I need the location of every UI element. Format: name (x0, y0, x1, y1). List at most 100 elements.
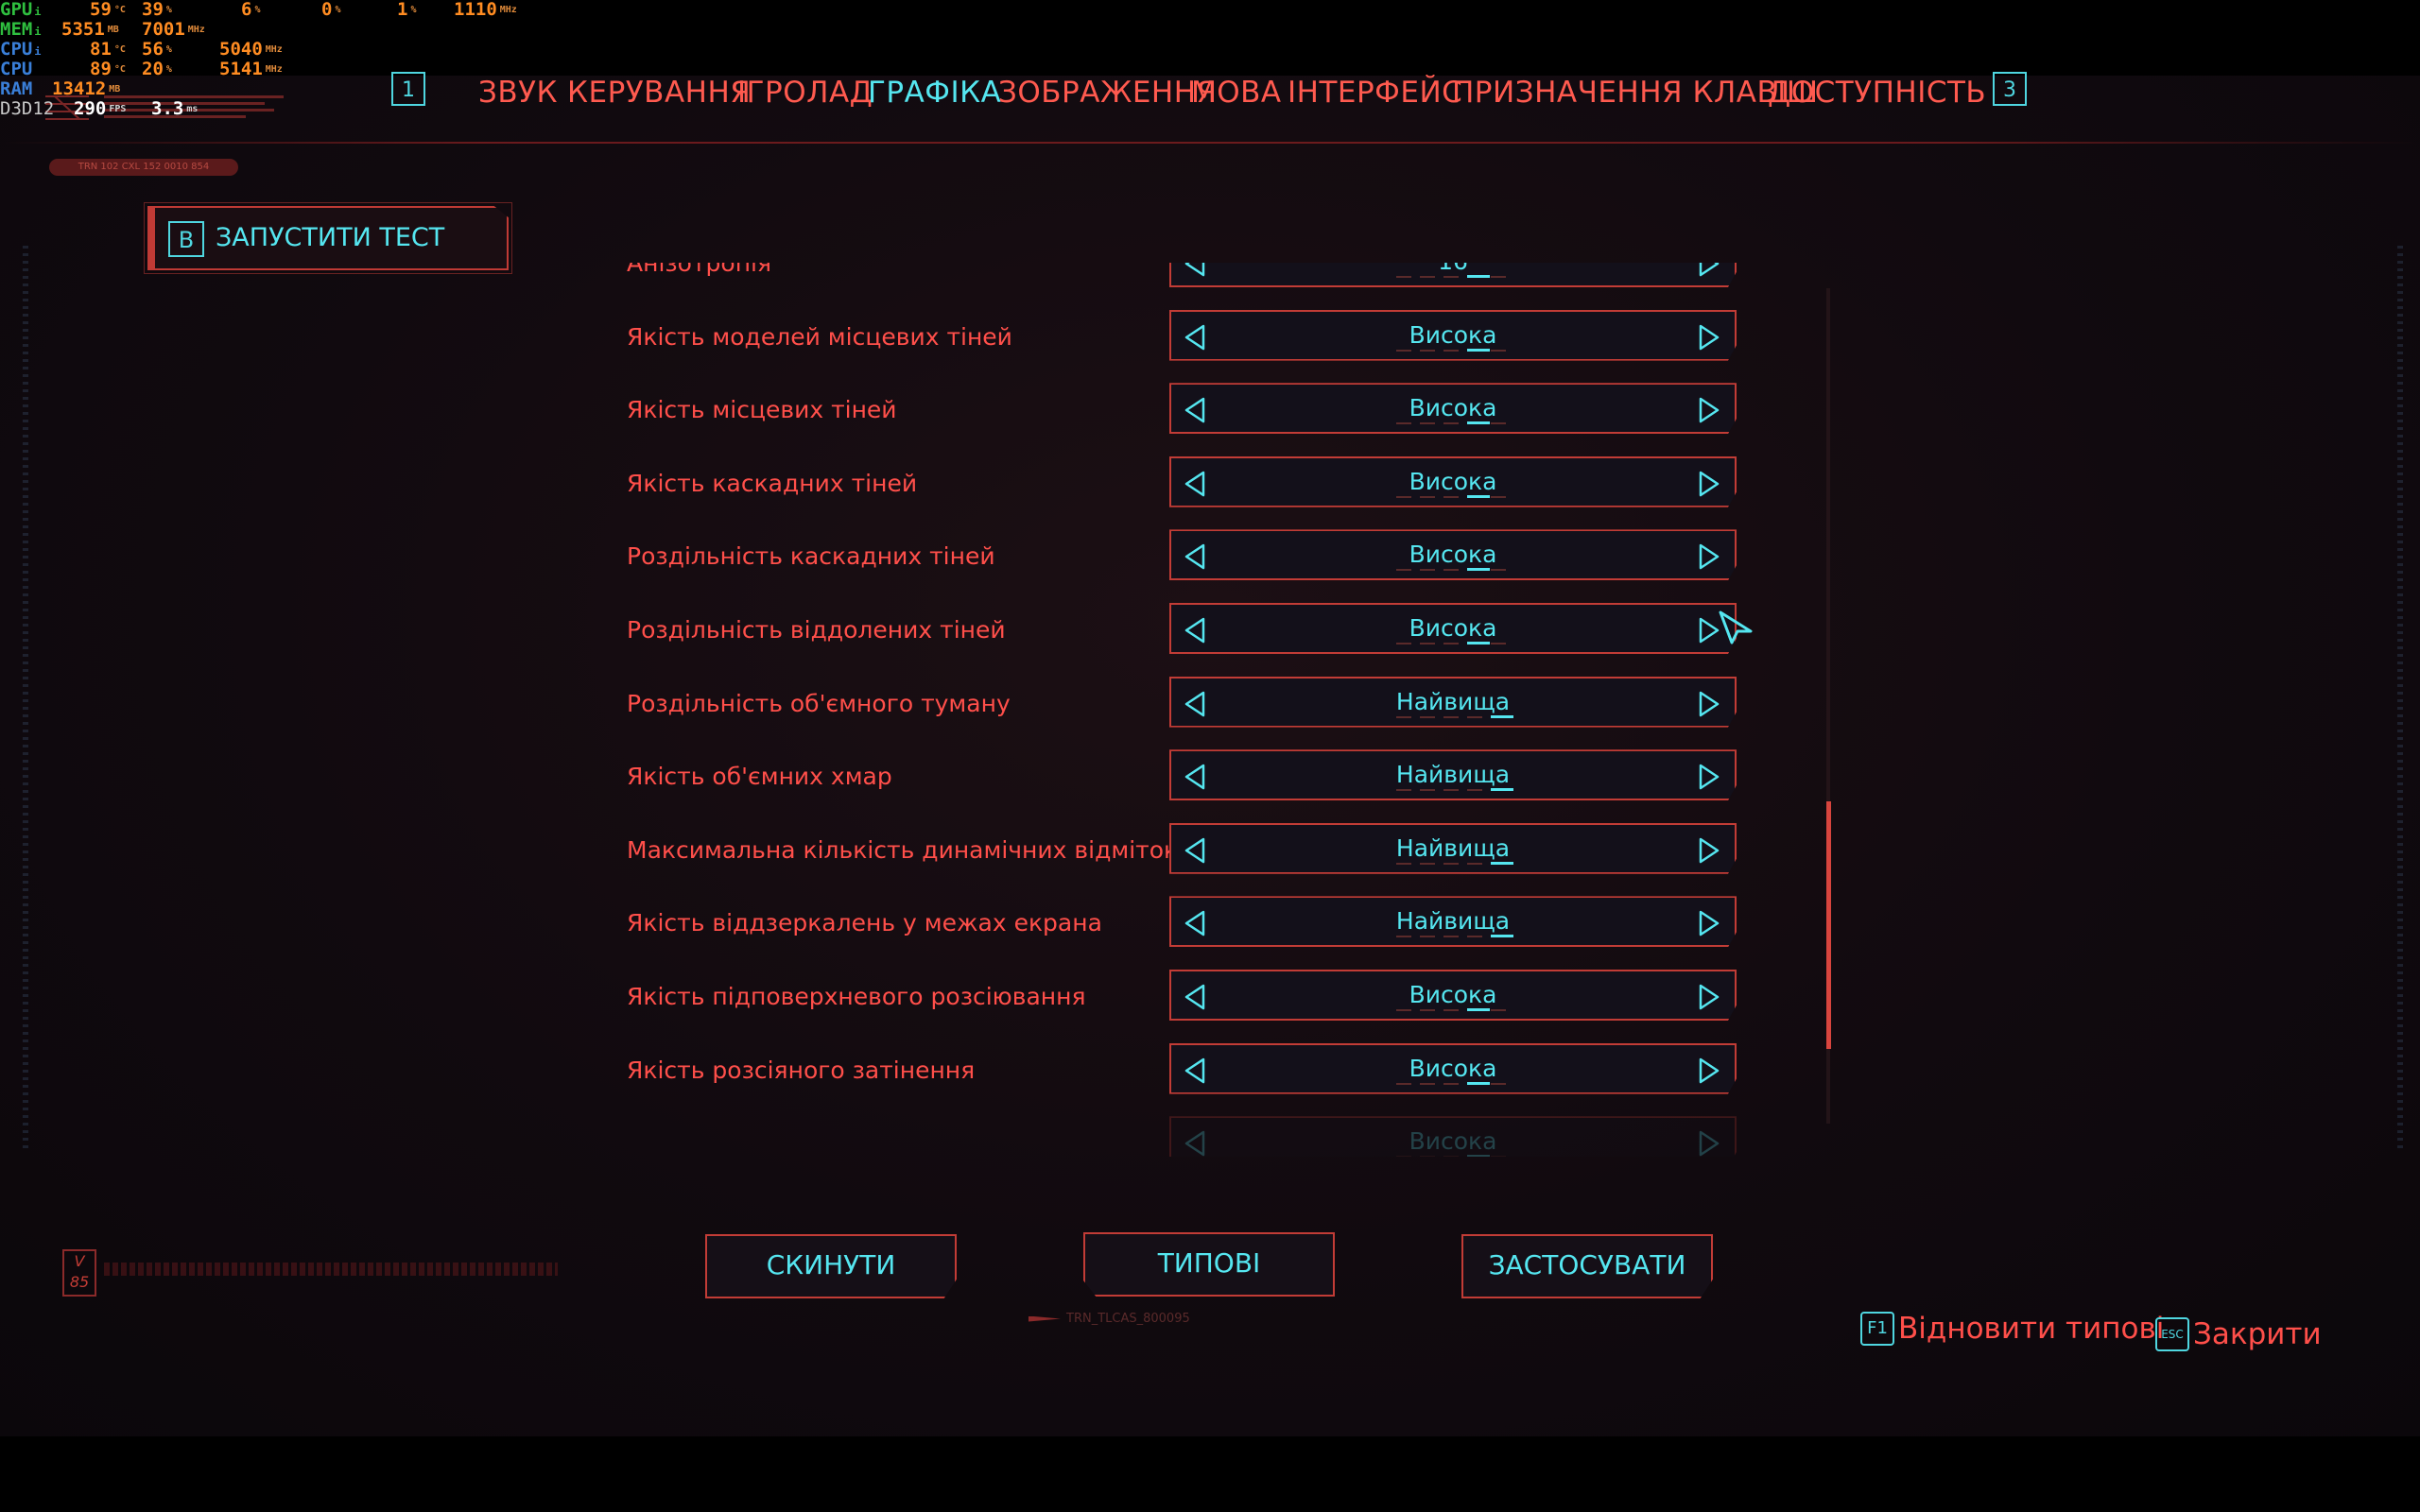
system-code-badge: TRN 102 CXL 152 0010 854 (49, 159, 238, 176)
arrow-right-icon[interactable] (1697, 324, 1721, 351)
level-tick (1467, 1155, 1490, 1157)
level-tick (1491, 349, 1506, 352)
level-tick (1396, 936, 1411, 938)
level-tick (1420, 643, 1435, 644)
value-level-indicator (1396, 421, 1513, 425)
level-tick (1467, 862, 1482, 865)
level-tick (1396, 1082, 1411, 1085)
setting-selector[interactable]: Найвища (1169, 749, 1737, 801)
level-tick (1443, 349, 1459, 352)
level-tick (1396, 643, 1411, 644)
setting-value: Висока (1409, 981, 1497, 1008)
overlay-number: 59 (90, 0, 112, 20)
level-tick (1491, 422, 1506, 425)
setting-selector[interactable]: 16 (1169, 263, 1737, 287)
arrow-right-icon[interactable] (1697, 397, 1721, 423)
level-tick (1467, 1008, 1490, 1011)
esc-key-icon: ESC (2155, 1317, 2189, 1351)
overlay-label: CPU (0, 59, 33, 79)
setting-row: Анізотропія 16 (624, 263, 1739, 289)
arrow-right-icon[interactable] (1697, 1057, 1721, 1084)
tab-9[interactable]: ДОСТУПНІСТЬ (1768, 76, 1986, 110)
arrow-right-icon[interactable] (1697, 764, 1721, 790)
arrow-right-icon[interactable] (1697, 263, 1721, 277)
setting-selector[interactable]: Висока (1169, 529, 1737, 581)
setting-selector[interactable]: Найвища (1169, 822, 1737, 874)
overlay-value: 81 °C (90, 40, 126, 60)
arrow-right-icon[interactable] (1697, 471, 1721, 497)
overlay-unit: ms (186, 104, 199, 114)
level-tick (1396, 422, 1411, 425)
arrow-right-icon[interactable] (1697, 1130, 1721, 1157)
tab-7[interactable]: ІНТЕРФЕЙС (1288, 76, 1462, 110)
level-tick (1491, 861, 1513, 865)
tab-8[interactable]: ПРИЗНАЧЕННЯ КЛАВІШ (1452, 76, 1819, 110)
setting-selector[interactable]: Висока (1169, 455, 1737, 507)
value-level-indicator (1396, 348, 1513, 352)
tab-3[interactable]: ІГРОЛАД (737, 76, 873, 110)
setting-selector[interactable]: Висока (1169, 970, 1737, 1021)
level-tick (1420, 862, 1435, 865)
overlay-number: 5141 (219, 59, 263, 79)
setting-label: Якість каскадних тіней (627, 469, 918, 497)
setting-selector[interactable]: Висока (1169, 1116, 1737, 1157)
setting-row: Якість моделей місцевих тіней Висока (624, 309, 1739, 363)
level-tick (1420, 569, 1435, 572)
next-tab-key-hint[interactable]: 3 (1993, 72, 2027, 106)
level-tick (1491, 495, 1506, 498)
arrow-right-icon[interactable] (1697, 984, 1721, 1010)
level-tick (1420, 276, 1435, 278)
setting-selector[interactable]: Найвища (1169, 676, 1737, 728)
tab-5[interactable]: ЗОБРАЖЕННЯ (998, 76, 1218, 110)
overlay-unit: MHz (499, 5, 517, 15)
tab-4[interactable]: ГРАФІКА (868, 76, 1001, 110)
arrow-right-icon[interactable] (1697, 543, 1721, 570)
overlay-unit: % (165, 44, 172, 55)
overlay-value: 6% (241, 0, 260, 20)
setting-label: Анізотропія (627, 263, 772, 277)
scrollbar-thumb[interactable] (1826, 801, 1831, 1049)
overlay-number: 7001 (142, 19, 185, 40)
setting-selector[interactable]: Найвища (1169, 896, 1737, 948)
overlay-value: 89 °C (90, 60, 126, 79)
overlay-number: 81 (90, 39, 112, 60)
level-tick (1491, 1156, 1506, 1157)
performance-overlay: GPUᵢ 59 °C 39% 6% 0% 1% 1110 MHz MEMᵢ 5351 MB 7001 MH… (0, 0, 567, 119)
version-badge: V 85 (62, 1249, 96, 1297)
setting-selector[interactable]: Висока (1169, 603, 1737, 654)
trn-code: TRN_TLCAS_800095 (1028, 1312, 1190, 1326)
setting-selector[interactable]: Висока (1169, 309, 1737, 361)
level-tick (1443, 1156, 1459, 1157)
overlay-number: 3.3 (151, 98, 184, 119)
level-tick (1396, 789, 1411, 792)
apply-button[interactable]: ЗАСТОСУВАТИ (1461, 1234, 1713, 1298)
run-test-key-hint: B (168, 221, 204, 257)
overlay-row: D3D12 290 FPS 3.3 ms (0, 99, 567, 119)
setting-selector[interactable]: Висока (1169, 1042, 1737, 1094)
run-benchmark-button[interactable]: B ЗАПУСТИТИ ТЕСТ (147, 206, 509, 270)
setting-label: Якість об'ємних хмар (627, 763, 892, 791)
overlay-unit: MB (109, 84, 121, 94)
level-tick (1420, 715, 1435, 718)
close-hint[interactable]: ESC Закрити (2155, 1317, 2322, 1355)
arrow-right-icon[interactable] (1697, 910, 1721, 936)
tab-2[interactable]: КЕРУВАННЯ (567, 76, 751, 110)
reset-button[interactable]: СКИНУТИ (705, 1234, 957, 1298)
setting-selector[interactable]: Висока (1169, 383, 1737, 435)
arrow-right-icon[interactable] (1697, 691, 1721, 717)
setting-value: Висока (1409, 1054, 1497, 1082)
level-tick (1420, 422, 1435, 425)
level-tick (1467, 715, 1482, 718)
tab-6[interactable]: МОВА (1191, 76, 1282, 110)
overlay-unit: FPS (109, 104, 127, 114)
arrow-icon (1028, 1315, 1061, 1322)
level-tick (1420, 936, 1435, 938)
overlay-row: MEMᵢ 5351 MB 7001 MHz (0, 20, 567, 40)
restore-defaults-hint[interactable]: F1 Відновити типові (1860, 1312, 2164, 1349)
arrow-right-icon[interactable] (1697, 837, 1721, 864)
f1-key-icon: F1 (1860, 1312, 1894, 1346)
value-level-indicator (1396, 714, 1513, 718)
overlay-value: 20% (142, 60, 172, 79)
overlay-value: 5040 MHz (219, 40, 283, 60)
defaults-button[interactable]: ТИПОВІ (1083, 1232, 1335, 1297)
